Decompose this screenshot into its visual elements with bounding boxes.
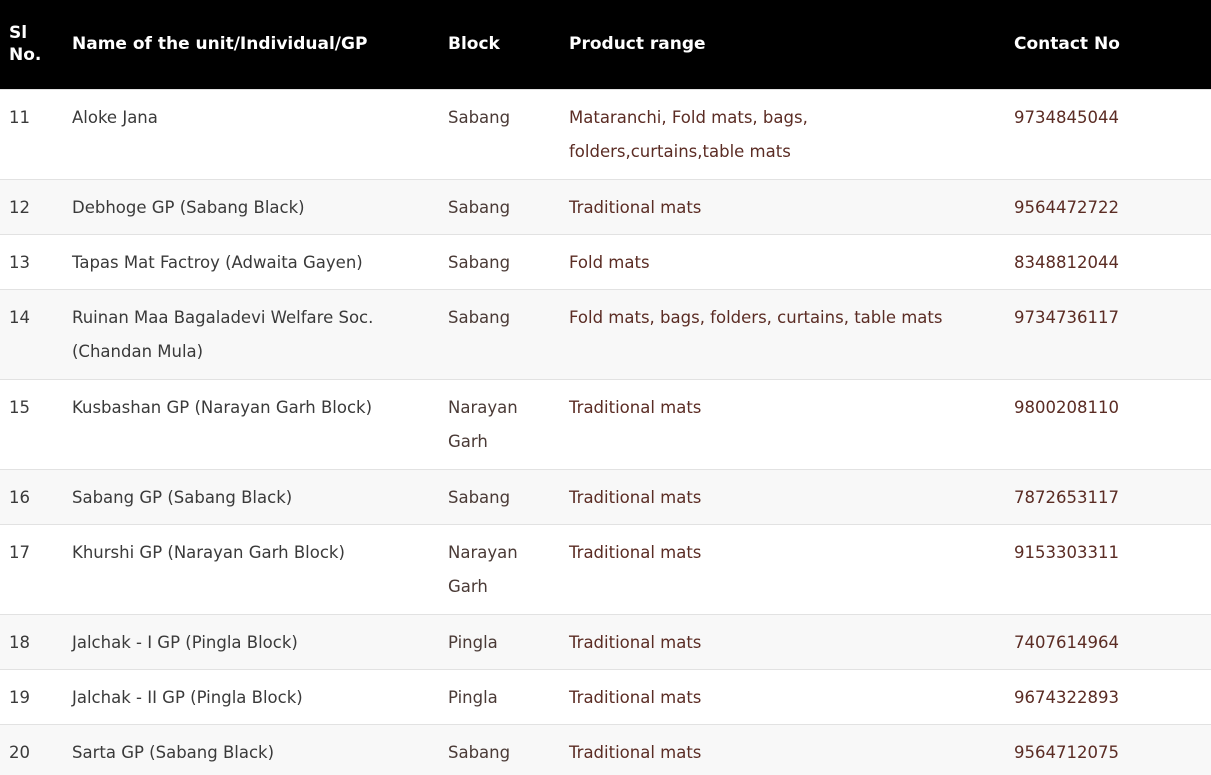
cell-name-text: Ruinan Maa Bagaladevi Welfare Soc. (Chan… [72, 307, 374, 361]
cell-sl: 12 [0, 178, 64, 234]
cell-sl: 16 [0, 468, 64, 524]
table-row: 18 Jalchak - I GP (Pingla Block) Pingla … [0, 613, 1211, 669]
cell-block: Sabang [440, 178, 561, 234]
cell-sl: 19 [0, 668, 64, 724]
header-product-range: Product range [569, 34, 706, 55]
units-table: Sl No. Name of the unit/Individual/GP Bl… [0, 0, 1211, 775]
cell-block: Sabang [440, 88, 561, 179]
cell-contact: 9734736117 [1006, 288, 1211, 379]
cell-name: Tapas Mat Factroy (Adwaita Gayen) [64, 233, 440, 289]
cell-sl: 11 [0, 88, 64, 179]
table-row: 19 Jalchak - II GP (Pingla Block) Pingla… [0, 668, 1211, 724]
cell-block: Narayan Garh [440, 523, 561, 614]
cell-contact: 9564472722 [1006, 178, 1211, 234]
cell-block: Pingla [440, 613, 561, 669]
cell-name: Sabang GP (Sabang Black) [64, 468, 440, 524]
cell-sl: 20 [0, 723, 64, 775]
cell-block-text: Narayan Garh [448, 397, 518, 451]
table-row: 20 Sarta GP (Sabang Black) Sabang Tradit… [0, 723, 1211, 775]
header-row: Sl No. Name of the unit/Individual/GP Bl… [0, 0, 1211, 89]
cell-sl: 14 [0, 288, 64, 379]
cell-contact: 7407614964 [1006, 613, 1211, 669]
table-header: Sl No. Name of the unit/Individual/GP Bl… [0, 0, 1211, 89]
cell-contact: 7872653117 [1006, 468, 1211, 524]
cell-block: Sabang [440, 723, 561, 775]
cell-block-text: Narayan Garh [448, 542, 518, 596]
cell-contact: 9153303311 [1006, 523, 1211, 614]
cell-contact: 9674322893 [1006, 668, 1211, 724]
cell-product: Fold mats, bags, folders, curtains, tabl… [561, 288, 1006, 379]
cell-name: Debhoge GP (Sabang Black) [64, 178, 440, 234]
cell-product: Traditional mats [561, 723, 1006, 775]
cell-product: Traditional mats [561, 178, 1006, 234]
cell-name: Aloke Jana [64, 88, 440, 179]
cell-name: Sarta GP (Sabang Black) [64, 723, 440, 775]
cell-contact: 8348812044 [1006, 233, 1211, 289]
cell-contact: 9564712075 [1006, 723, 1211, 775]
table-row: 16 Sabang GP (Sabang Black) Sabang Tradi… [0, 468, 1211, 524]
cell-name: Jalchak - I GP (Pingla Block) [64, 613, 440, 669]
cell-name: Kusbashan GP (Narayan Garh Block) [64, 378, 440, 469]
cell-contact: 9734845044 [1006, 88, 1211, 179]
table-row: 12 Debhoge GP (Sabang Black) Sabang Trad… [0, 178, 1211, 234]
cell-name: Jalchak - II GP (Pingla Block) [64, 668, 440, 724]
cell-block: Pingla [440, 668, 561, 724]
table-row: 13 Tapas Mat Factroy (Adwaita Gayen) Sab… [0, 233, 1211, 289]
cell-sl: 18 [0, 613, 64, 669]
cell-product: Traditional mats [561, 668, 1006, 724]
cell-product: Traditional mats [561, 613, 1006, 669]
table-row: 11 Aloke Jana Sabang Mataranchi, Fold ma… [0, 88, 1211, 179]
cell-product: Traditional mats [561, 378, 1006, 469]
cell-product: Traditional mats [561, 523, 1006, 614]
cell-sl: 15 [0, 378, 64, 469]
cell-sl: 17 [0, 523, 64, 614]
header-name: Name of the unit/Individual/GP [72, 34, 368, 55]
cell-contact: 9800208110 [1006, 378, 1211, 469]
table-row: 14 Ruinan Maa Bagaladevi Welfare Soc. (C… [0, 288, 1211, 379]
table-body: 11 Aloke Jana Sabang Mataranchi, Fold ma… [0, 88, 1211, 775]
table-row: 17 Khurshi GP (Narayan Garh Block) Naray… [0, 523, 1211, 614]
table-row: 15 Kusbashan GP (Narayan Garh Block) Nar… [0, 378, 1211, 469]
cell-block: Sabang [440, 468, 561, 524]
cell-sl: 13 [0, 233, 64, 289]
cell-block: Sabang [440, 288, 561, 379]
cell-name: Khurshi GP (Narayan Garh Block) [64, 523, 440, 614]
cell-product: Fold mats [561, 233, 1006, 289]
cell-product-text: Mataranchi, Fold mats, bags, folders,cur… [569, 107, 808, 161]
cell-block: Narayan Garh [440, 378, 561, 469]
header-block: Block [448, 34, 500, 55]
cell-block: Sabang [440, 233, 561, 289]
cell-product: Traditional mats [561, 468, 1006, 524]
cell-name: Ruinan Maa Bagaladevi Welfare Soc. (Chan… [64, 288, 440, 379]
cell-product: Mataranchi, Fold mats, bags, folders,cur… [561, 88, 1006, 179]
header-contact-no: Contact No [1014, 34, 1120, 55]
header-sl-no: Sl No. [9, 23, 42, 66]
